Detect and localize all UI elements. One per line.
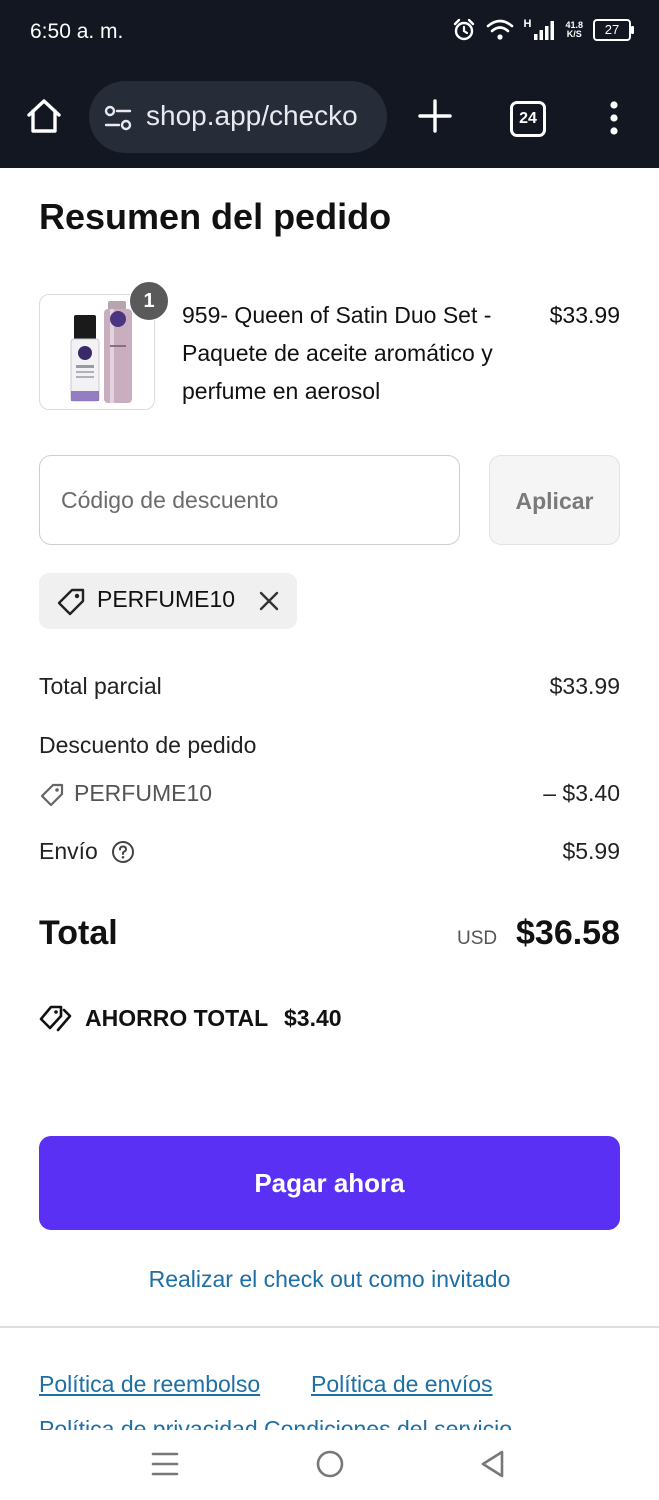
shipping-value: $5.99 <box>562 838 620 864</box>
wifi-icon <box>486 19 513 40</box>
help-icon[interactable] <box>111 840 135 864</box>
guest-checkout-link[interactable]: Realizar el check out como invitado <box>0 1266 659 1293</box>
pay-now-button[interactable]: Pagar ahora <box>39 1136 620 1230</box>
status-icons: H 41.8 K/S 27 <box>452 18 634 42</box>
total-savings-label: AHORRO TOTAL <box>85 1005 269 1031</box>
network-speed: 41.8 K/S <box>565 21 583 39</box>
footer-divider <box>0 1326 659 1328</box>
apply-discount-button[interactable]: Aplicar <box>489 455 620 545</box>
subtotal-label: Total parcial <box>39 673 162 699</box>
site-settings-icon[interactable] <box>104 105 132 131</box>
tab-switcher-button[interactable]: 24 <box>510 101 546 137</box>
order-discount-value: – $3.40 <box>543 780 620 806</box>
network-speed-unit: K/S <box>566 29 582 39</box>
shipping-policy-link[interactable]: Política de envíos <box>311 1371 493 1398</box>
total-savings-value: $3.40 <box>284 1005 342 1031</box>
home-nav-icon[interactable] <box>314 1448 346 1480</box>
total-label: Total <box>39 914 118 952</box>
status-time: 6:50 a. m. <box>30 20 124 43</box>
remove-discount-icon[interactable] <box>258 590 280 612</box>
discount-code-input[interactable] <box>39 455 460 545</box>
footer-links-cutoff-text[interactable]: Política de privacidad Condiciones del s… <box>39 1420 639 1430</box>
applied-discount-code: PERFUME10 <box>97 586 236 612</box>
url-text[interactable]: shop.app/checko <box>146 100 358 132</box>
order-discount-label: Descuento de pedido <box>39 732 257 758</box>
savings-tag-icon <box>39 1005 72 1032</box>
home-icon[interactable] <box>24 96 64 136</box>
overflow-menu-icon[interactable] <box>603 100 625 136</box>
footer-links-cutoff[interactable]: Política de privacidad Condiciones del s… <box>39 1420 639 1430</box>
quantity-badge: 1 <box>129 281 169 321</box>
battery-indicator: 27 <box>593 19 634 41</box>
refund-policy-link[interactable]: Política de reembolso <box>39 1371 260 1398</box>
subtotal-value: $33.99 <box>549 673 620 699</box>
signal-icon <box>534 21 555 40</box>
network-type: H <box>523 18 532 30</box>
alarm-icon <box>453 18 474 41</box>
product-price: $33.99 <box>549 302 620 328</box>
back-icon[interactable] <box>478 1448 508 1480</box>
page-title: Resumen del pedido <box>39 196 392 237</box>
order-discount-code: PERFUME10 <box>74 780 213 806</box>
total-currency: USD <box>457 928 498 949</box>
shipping-label: Envío <box>39 838 98 864</box>
product-name: 959- Queen of Satin Duo Set - Paquete de… <box>182 302 493 404</box>
new-tab-icon[interactable] <box>416 97 454 135</box>
total-value: $36.58 <box>516 914 620 952</box>
tag-icon <box>40 783 64 807</box>
tag-icon <box>57 588 85 616</box>
recents-icon[interactable] <box>150 1450 180 1478</box>
